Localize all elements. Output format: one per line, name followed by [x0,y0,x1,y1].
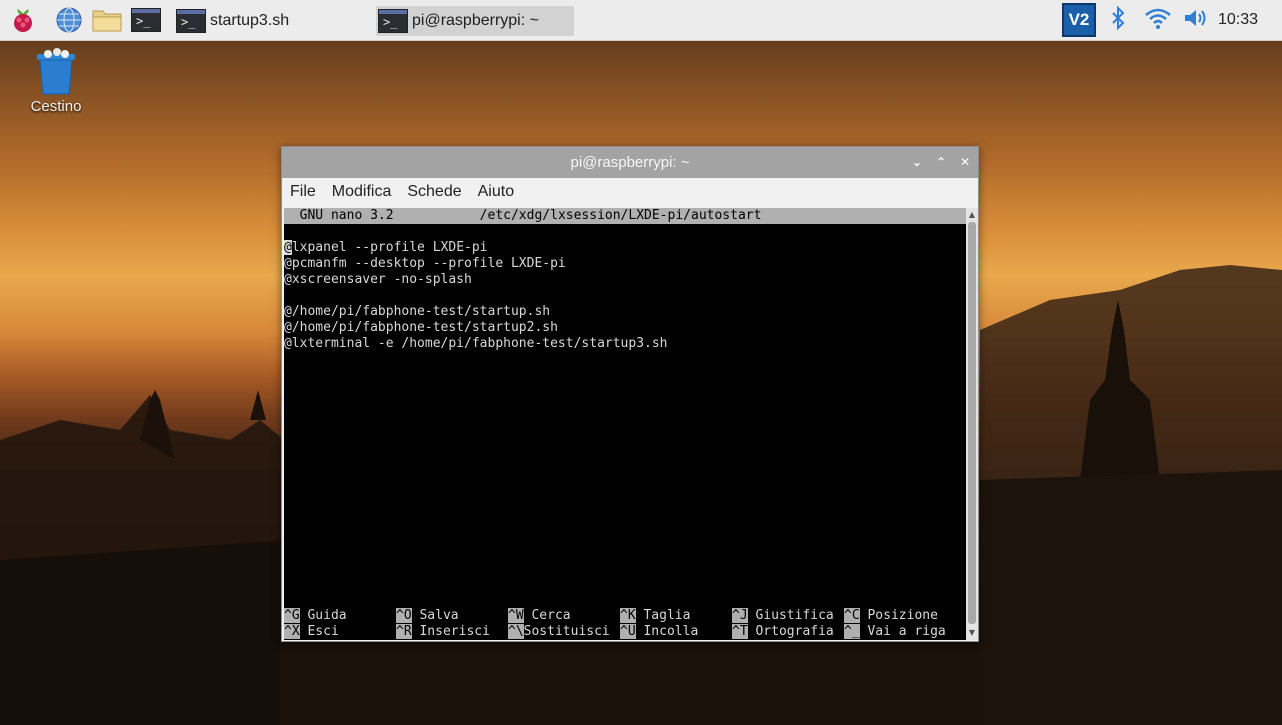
menu-help[interactable]: Aiuto [470,183,522,201]
editor-line: @/home/pi/fabphone-test/startup2.sh [284,320,558,335]
web-browser-icon[interactable] [52,4,86,36]
editor-line: @pcmanfm --desktop --profile LXDE-pi [284,256,566,271]
terminal-icon: >_ [378,9,408,33]
shortcut-save: ^O Salva [396,608,459,623]
nano-filename: /etc/xdg/lxsession/LXDE-pi/autostart [479,208,762,223]
scroll-down-icon[interactable]: ▼ [966,627,978,639]
raspberry-menu-icon[interactable] [6,4,40,36]
menubar: File Modifica Schede Aiuto [282,178,978,206]
scrollbar-thumb[interactable] [968,222,976,624]
shortcut-paste: ^U Incolla [620,624,699,639]
shortcut-justify: ^J Giustifica [732,608,834,623]
menu-tabs[interactable]: Schede [399,183,469,201]
vnc-icon[interactable]: V2 [1062,3,1096,37]
editor-line: @lxpanel --profile LXDE-pi [284,240,488,255]
task-label: pi@raspberrypi: ~ [412,12,539,29]
taskbar-task-startup3[interactable]: >_ startup3.sh [176,6,372,36]
nano-header: GNU nano 3.2 /etc/xdg/lxsession/LXDE-pi/… [284,208,966,224]
shortcut-spell: ^T Ortografia [732,624,834,639]
maximize-icon[interactable]: ⌃ [932,153,950,171]
nano-version: GNU nano 3.2 [299,208,394,223]
shortcut-cut: ^K Taglia [620,608,691,623]
shortcut-goto-line: ^_ Vai a riga [844,624,946,639]
menu-edit[interactable]: Modifica [324,183,400,201]
terminal-icon: >_ [176,9,206,33]
system-tray: V2 [1062,0,1212,40]
taskbar: >_ >_ startup3.sh >_ pi@raspberrypi: ~ V… [0,0,1282,41]
wifi-icon[interactable] [1144,6,1174,34]
taskbar-task-terminal[interactable]: >_ pi@raspberrypi: ~ [376,6,574,36]
shortcut-replace: ^\Sostituisci [508,624,610,639]
terminal-area[interactable]: GNU nano 3.2 /etc/xdg/lxsession/LXDE-pi/… [284,208,966,640]
terminal-icon[interactable]: >_ [129,4,163,36]
editor-line: @lxterminal -e /home/pi/fabphone-test/st… [284,336,668,351]
bluetooth-icon[interactable] [1110,5,1130,34]
close-icon[interactable]: ✕ [956,153,974,171]
shortcut-exit: ^X Esci [284,624,339,639]
window-titlebar[interactable]: pi@raspberrypi: ~ ⌄ ⌃ ✕ [282,147,978,178]
shortcut-position: ^C Posizione [844,608,938,623]
minimize-icon[interactable]: ⌄ [908,153,926,171]
scroll-up-icon[interactable]: ▲ [966,209,978,221]
desktop-icon-trash[interactable]: Cestino [18,48,94,115]
shortcut-search: ^W Cerca [508,608,571,623]
window-title: pi@raspberrypi: ~ [570,154,690,171]
clock[interactable]: 10:33 [1218,0,1258,40]
task-label: startup3.sh [210,12,290,29]
editor-line: @/home/pi/fabphone-test/startup.sh [284,304,551,319]
editor-line: @xscreensaver -no-splash [284,272,472,287]
text-cursor: @ [284,240,292,255]
trash-icon [18,48,94,96]
shortcut-help: ^G Guida [284,608,347,623]
menu-file[interactable]: File [282,183,324,201]
desktop-icon-label: Cestino [30,98,82,115]
scrollbar[interactable]: ▲ ▼ [966,208,978,640]
terminal-window: pi@raspberrypi: ~ ⌄ ⌃ ✕ File Modifica Sc… [281,146,979,642]
shortcut-insert: ^R Inserisci [396,624,490,639]
volume-icon[interactable] [1182,6,1212,34]
file-manager-icon[interactable] [90,4,124,36]
